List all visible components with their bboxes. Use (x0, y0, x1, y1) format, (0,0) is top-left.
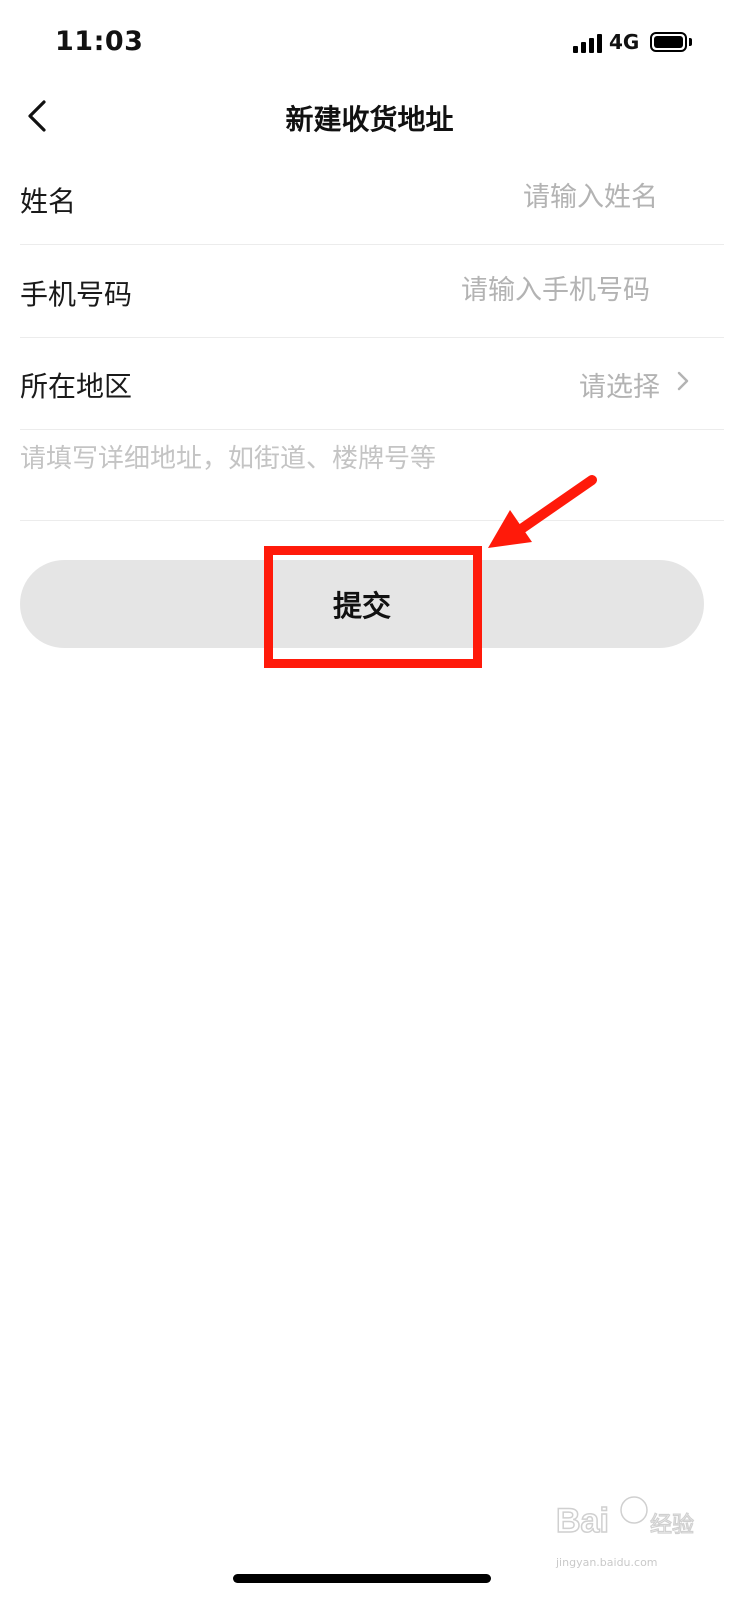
name-input[interactable] (276, 174, 660, 220)
region-select[interactable]: 请选择 (579, 365, 660, 404)
region-row[interactable]: 所在地区 请选择 (20, 337, 724, 430)
chevron-right-icon (677, 371, 689, 391)
nav-bar: 新建收货地址 (0, 88, 739, 148)
phone-label: 手机号码 (20, 278, 133, 311)
phone-row: 手机号码 (20, 245, 724, 338)
name-row: 姓名 (20, 152, 724, 245)
svg-text:经验: 经验 (650, 1513, 694, 1538)
page-title: 新建收货地址 (285, 103, 454, 136)
network-type: 4G (609, 30, 640, 54)
phone-input[interactable] (268, 267, 652, 313)
signal-icon (573, 33, 603, 53)
baidu-jingyan-logo: Bai 经验 (556, 1496, 695, 1541)
status-bar: 11:03 4G (0, 0, 739, 88)
status-time: 11:03 (55, 26, 144, 57)
battery-tip (689, 38, 692, 46)
region-label: 所在地区 (20, 370, 133, 403)
annotation-arrow-icon (488, 475, 597, 548)
home-indicator[interactable] (233, 1574, 491, 1583)
name-label: 姓名 (20, 185, 77, 218)
battery-icon (650, 32, 687, 52)
highlight-box (264, 546, 482, 668)
svg-text:Bai: Bai (556, 1502, 609, 1540)
detail-address-row (20, 428, 724, 521)
watermark-url: jingyan.baidu.com (556, 1556, 658, 1569)
